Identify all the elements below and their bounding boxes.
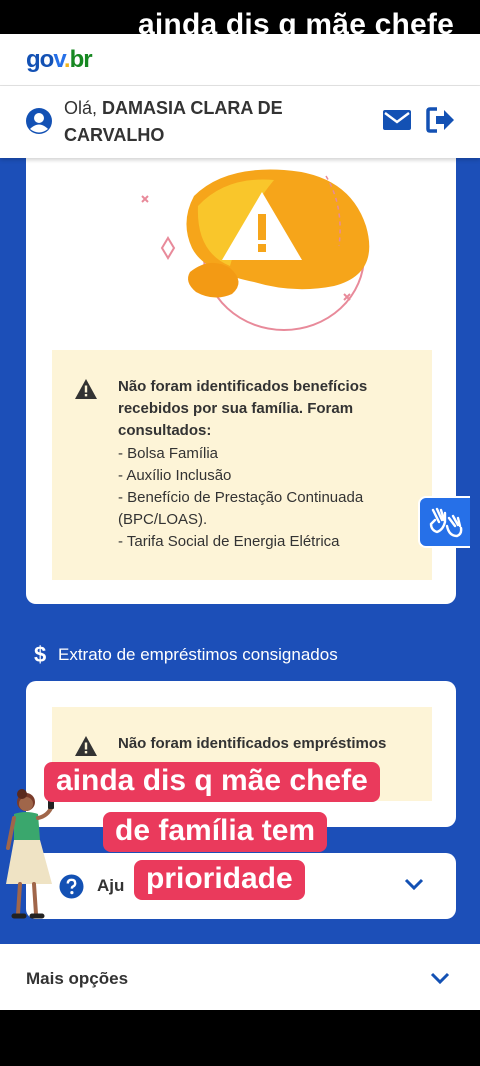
greeting-prefix: Olá, bbox=[64, 98, 103, 118]
list-item: - Bolsa Família bbox=[118, 444, 219, 462]
sign-language-button[interactable] bbox=[418, 496, 470, 548]
warning-icon bbox=[75, 736, 97, 756]
logout-icon[interactable] bbox=[426, 106, 456, 134]
top-overlay-caption: ainda dis q mãe chefe bbox=[138, 8, 454, 34]
screen: gov.br Não foram identificados benefício… bbox=[0, 0, 480, 1066]
user-bar: Olá, DAMASIA CLARA DE CARVALHO bbox=[0, 86, 480, 158]
benefits-list: - Bolsa Família - Auxílio Inclusão - Ben… bbox=[118, 443, 418, 554]
list-item: - Benefício de Prestação Continuada (BPC… bbox=[118, 489, 364, 529]
warning-illustration-icon bbox=[141, 169, 370, 331]
logo-part: v bbox=[53, 46, 65, 73]
logo-part: br bbox=[69, 46, 93, 73]
benefits-alert: Não foram identificados benefícios receb… bbox=[52, 350, 432, 580]
help-label: Aju bbox=[97, 876, 125, 895]
benefits-card: Não foram identificados benefícios receb… bbox=[26, 150, 456, 604]
loans-card: Não foram identificados empréstimos bbox=[26, 681, 456, 827]
list-item: - Tarifa Social de Energia Elétrica bbox=[118, 533, 340, 551]
list-item: - Auxílio Inclusão bbox=[118, 466, 232, 484]
question-circle-icon bbox=[59, 874, 84, 899]
benefits-alert-title: Não foram identificados benefícios receb… bbox=[118, 378, 368, 440]
loans-alert-text: Não foram identificados empréstimos bbox=[118, 735, 387, 752]
chevron-down-icon[interactable] bbox=[430, 971, 450, 985]
chevron-down-icon[interactable] bbox=[404, 877, 424, 891]
dollar-icon: $ bbox=[34, 642, 47, 667]
mail-icon[interactable] bbox=[382, 108, 412, 132]
warning-icon bbox=[75, 379, 97, 399]
more-options-label: Mais opções bbox=[26, 969, 129, 988]
video-caption-line: prioridade bbox=[134, 860, 305, 900]
loans-section-title: $ Extrato de empréstimos consignados bbox=[34, 642, 338, 667]
user-greeting: Olá, DAMASIA CLARA DE CARVALHO bbox=[64, 95, 354, 149]
top-black-strip: ainda dis q mãe chefe bbox=[0, 0, 480, 34]
more-options-bar[interactable]: Mais opções bbox=[0, 944, 480, 1010]
logo-part: go bbox=[26, 46, 54, 73]
woman-sticker-icon bbox=[6, 789, 54, 919]
sign-language-hands-icon bbox=[429, 507, 463, 538]
header-logo-bar: gov.br bbox=[0, 34, 480, 86]
bottom-black-strip bbox=[0, 1010, 480, 1066]
govbr-logo[interactable]: gov.br bbox=[26, 46, 93, 74]
user-avatar-icon[interactable] bbox=[25, 107, 53, 135]
video-caption-line: de família tem bbox=[103, 812, 328, 852]
video-caption-line: ainda dis q mãe chefe bbox=[44, 762, 380, 802]
loans-section-label: Extrato de empréstimos consignados bbox=[58, 645, 338, 664]
